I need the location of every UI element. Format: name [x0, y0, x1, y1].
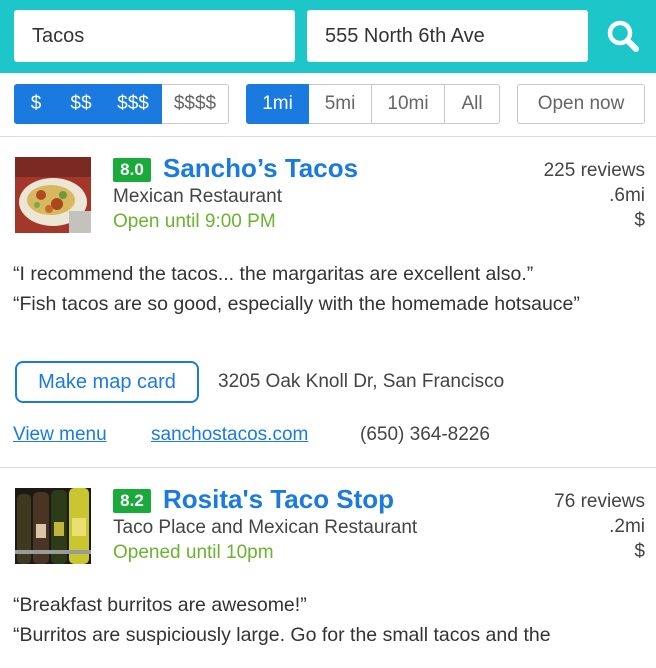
distance-option-all[interactable]: All — [445, 84, 500, 124]
review-count: 225 reviews — [543, 160, 645, 181]
open-hours: Opened until 10pm — [113, 542, 274, 563]
distance-filter: 1mi 5mi 10mi All — [246, 84, 500, 124]
open-hours: Open until 9:00 PM — [113, 211, 276, 232]
address: 3205 Oak Knoll Dr, San Francisco — [218, 371, 505, 392]
filter-bar: $ $$ $$$ $$$$ 1mi 5mi 10mi All Open now — [0, 73, 656, 137]
restaurant-name[interactable]: Sancho’s Tacos — [163, 153, 358, 184]
distance-option-10mi[interactable]: 10mi — [372, 84, 445, 124]
rating-badge: 8.2 — [113, 489, 151, 513]
listing-card: 8.0 Sancho’s Tacos Mexican Restaurant Op… — [0, 137, 656, 468]
distance-option-5mi[interactable]: 5mi — [309, 84, 372, 124]
distance-option-1mi[interactable]: 1mi — [246, 84, 309, 124]
restaurant-category: Mexican Restaurant — [113, 186, 282, 207]
review-count: 76 reviews — [554, 491, 645, 512]
search-icon — [607, 20, 639, 52]
search-header: Tacos 555 North 6th Ave — [0, 0, 656, 73]
search-what-input[interactable]: Tacos — [14, 10, 295, 62]
review-quote: “Fish tacos are so good, especially with… — [13, 293, 580, 315]
search-button[interactable] — [600, 14, 646, 58]
distance: .2mi — [609, 516, 645, 537]
price-option-3[interactable]: $$$ — [105, 84, 162, 124]
price-option-4[interactable]: $$$$ — [162, 84, 229, 124]
open-now-button[interactable]: Open now — [517, 84, 645, 124]
review-quotes: “I recommend the tacos... the margaritas… — [13, 260, 638, 320]
review-quote: “I recommend the tacos... the margaritas… — [13, 263, 534, 285]
price-filter: $ $$ $$$ $$$$ — [14, 84, 229, 124]
review-quote: “Burritos are suspiciously large. Go for… — [13, 624, 551, 646]
rating-badge: 8.0 — [113, 158, 151, 182]
restaurant-photo[interactable] — [15, 157, 91, 233]
restaurant-name[interactable]: Rosita's Taco Stop — [163, 484, 394, 515]
price-option-1[interactable]: $ — [14, 84, 58, 124]
distance: .6mi — [609, 185, 645, 206]
price-level: $ — [634, 210, 645, 231]
search-location-input[interactable]: 555 North 6th Ave — [307, 10, 588, 62]
review-quote: “Breakfast burritos are awesome!” — [13, 594, 307, 616]
restaurant-photo[interactable] — [15, 488, 91, 564]
make-map-card-button[interactable]: Make map card — [15, 361, 199, 403]
price-option-2[interactable]: $$ — [58, 84, 105, 124]
view-menu-link[interactable]: View menu — [13, 424, 107, 446]
review-quotes: “Breakfast burritos are awesome!” “Burri… — [13, 591, 638, 651]
restaurant-category: Taco Place and Mexican Restaurant — [113, 517, 418, 538]
listing-card: 8.2 Rosita's Taco Stop Taco Place and Me… — [0, 468, 656, 668]
phone-number: (650) 364-8226 — [360, 424, 490, 445]
price-level: $ — [634, 541, 645, 562]
website-link[interactable]: sanchostacos.com — [151, 424, 308, 446]
